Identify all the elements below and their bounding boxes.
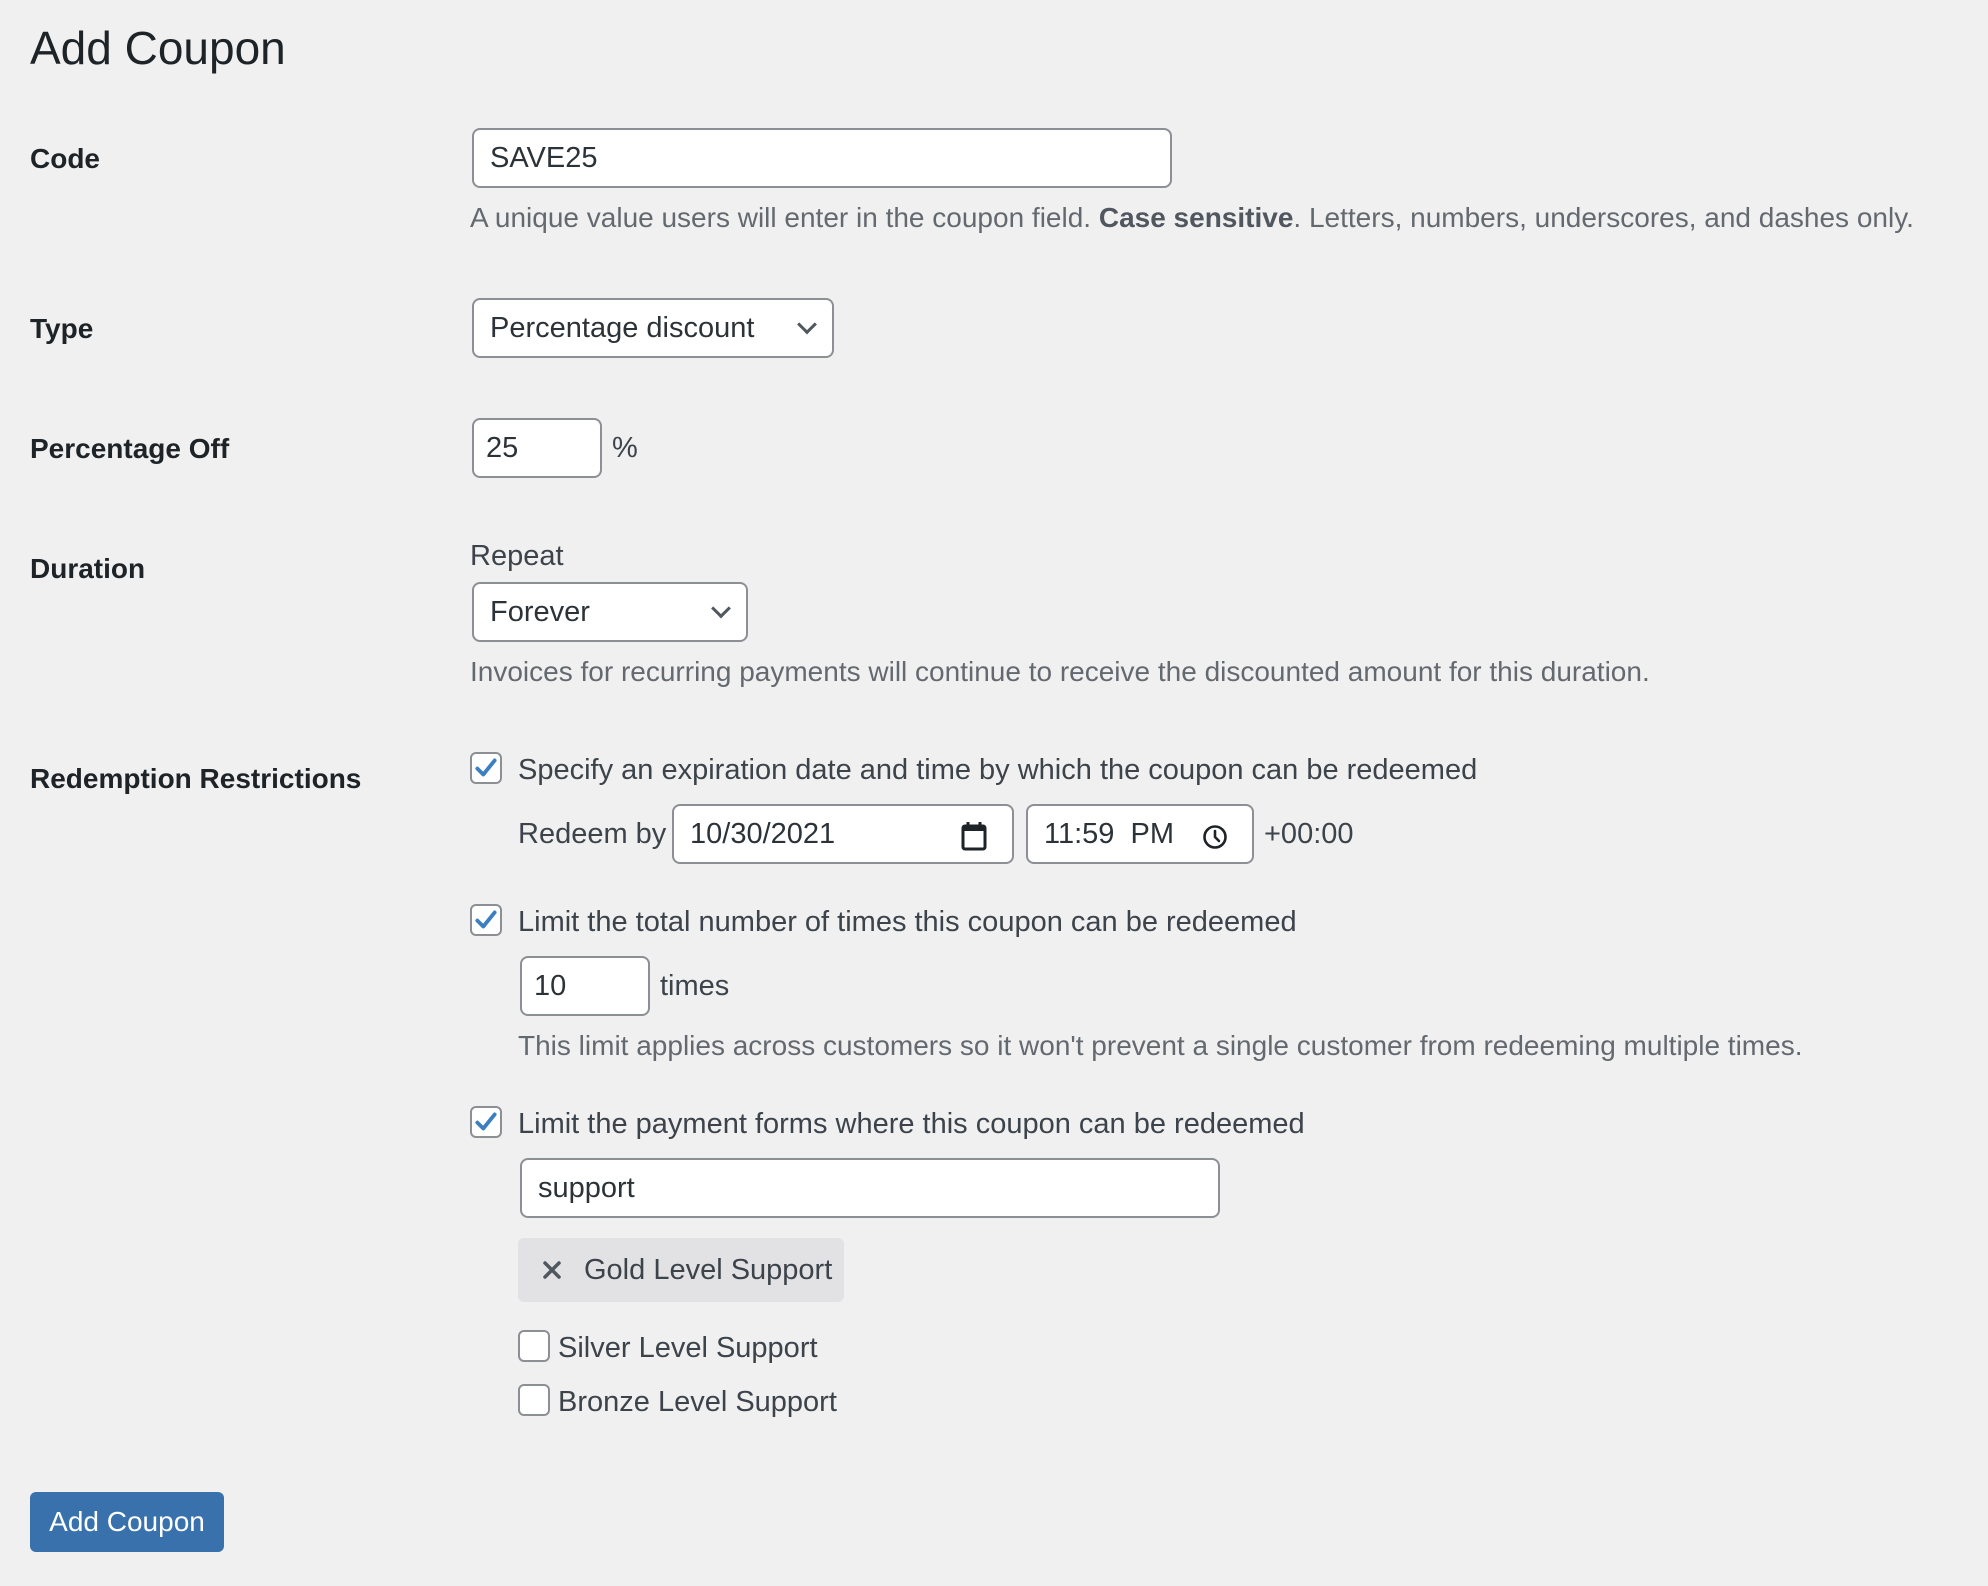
payment-forms-checkbox-label[interactable]: Limit the payment forms where this coupo…	[518, 1106, 1305, 1142]
add-coupon-button[interactable]: Add Coupon	[30, 1492, 224, 1552]
max-redemptions-checkbox[interactable]	[470, 904, 502, 936]
calendar-icon[interactable]	[960, 820, 988, 852]
percentage-off-label: Percentage Off	[30, 433, 230, 464]
duration-description: Invoices for recurring payments will con…	[470, 656, 1650, 687]
times-unit: times	[660, 970, 730, 1002]
clock-icon[interactable]	[1202, 824, 1228, 850]
code-desc-bold: Case sensitive	[1098, 202, 1294, 233]
code-input-value: SAVE25	[490, 141, 598, 174]
page-title: Add Coupon	[30, 22, 286, 74]
checkmark-icon	[475, 1112, 497, 1131]
checkmark-icon	[475, 758, 497, 777]
remove-icon[interactable]	[540, 1258, 564, 1282]
code-desc-text: A unique value users will enter in the c…	[470, 202, 1099, 233]
checkmark-icon	[475, 910, 497, 929]
percent-unit: %	[612, 432, 638, 464]
percentage-off-value: 25	[486, 431, 519, 464]
repeat-select-value: Forever	[490, 595, 590, 628]
repeat-select[interactable]: Forever	[472, 582, 748, 642]
code-input[interactable]: SAVE25	[472, 128, 1172, 188]
form-option-label-silver[interactable]: Silver Level Support	[558, 1330, 818, 1366]
code-label: Code	[30, 143, 100, 174]
max-redemptions-value: 10	[534, 969, 567, 1002]
code-desc-text-end: . Letters, numbers, underscores, and das…	[1293, 202, 1914, 233]
percentage-off-input[interactable]: 25	[472, 418, 602, 478]
redeem-time-value: 11:59 PM	[1044, 817, 1175, 850]
payment-forms-search-input[interactable]: support	[520, 1158, 1220, 1218]
expiration-checkbox[interactable]	[470, 752, 502, 784]
form-option-checkbox-silver[interactable]	[518, 1330, 550, 1362]
form-option-label-bronze[interactable]: Bronze Level Support	[558, 1384, 837, 1420]
code-description: A unique value users will enter in the c…	[470, 200, 1914, 236]
redeem-by-label: Redeem by	[518, 818, 667, 850]
redemption-restrictions-label: Redemption Restrictions	[30, 763, 362, 794]
redeem-time-input[interactable]: 11:59 PM	[1026, 804, 1254, 864]
type-select-value: Percentage discount	[490, 311, 755, 344]
type-select[interactable]: Percentage discount	[472, 298, 834, 358]
max-redemptions-input[interactable]: 10	[520, 956, 650, 1016]
selected-form-chip-label: Gold Level Support	[584, 1253, 833, 1286]
max-redemptions-checkbox-label[interactable]: Limit the total number of times this cou…	[518, 904, 1297, 940]
max-redemptions-description: This limit applies across customers so i…	[518, 1030, 1803, 1061]
payment-forms-checkbox[interactable]	[470, 1106, 502, 1138]
payment-forms-search-value: support	[538, 1171, 635, 1204]
chevron-down-icon	[711, 598, 731, 619]
duration-label: Duration	[30, 553, 146, 584]
repeat-label: Repeat	[470, 540, 564, 572]
selected-form-chip: Gold Level Support	[518, 1238, 844, 1302]
chevron-down-icon	[797, 314, 817, 335]
redeem-date-value: 10/30/2021	[690, 817, 836, 850]
timezone-offset: +00:00	[1264, 818, 1354, 850]
expiration-checkbox-label[interactable]: Specify an expiration date and time by w…	[518, 752, 1477, 788]
type-label: Type	[30, 313, 94, 344]
redeem-date-input[interactable]: 10/30/2021	[672, 804, 1014, 864]
form-option-checkbox-bronze[interactable]	[518, 1384, 550, 1416]
